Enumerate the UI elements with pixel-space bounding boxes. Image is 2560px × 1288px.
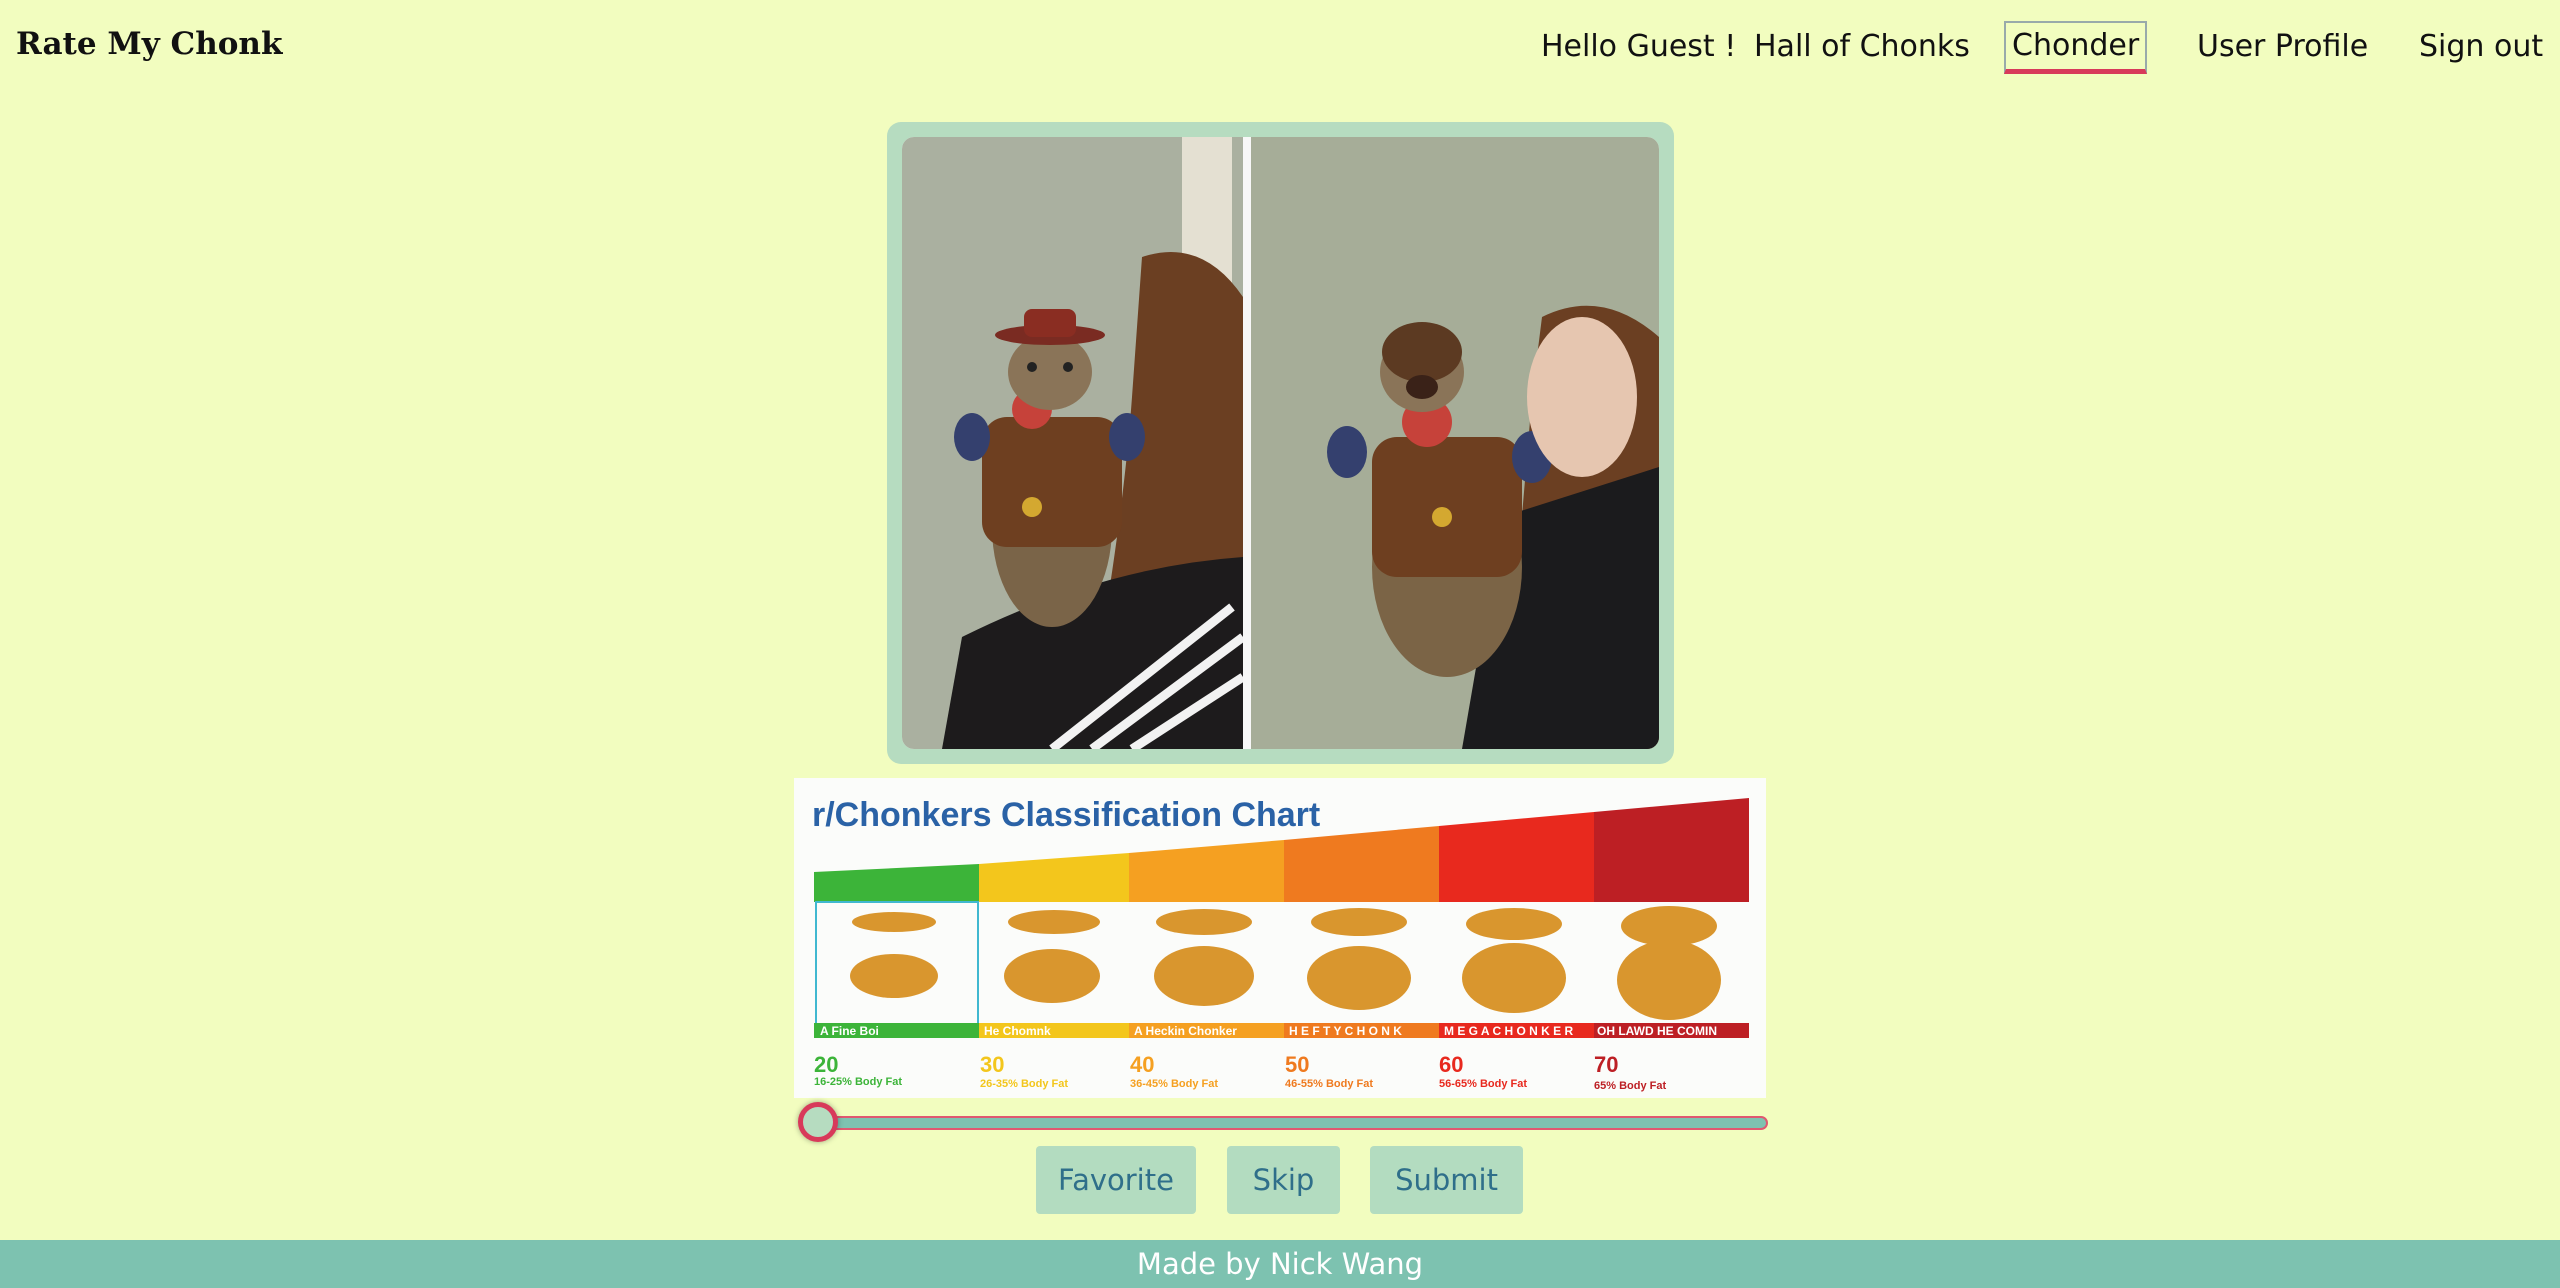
tier-body-fat: 65% Body Fat [1594,1080,1667,1092]
tier-score: 60 [1439,1052,1464,1077]
tier-score: 20 [814,1052,839,1077]
tier-name: A Heckin Chonker [1134,1024,1237,1038]
chart-graphic [814,798,1749,1037]
tier-score: 30 [980,1052,1005,1077]
cat-photo-image [902,137,1659,749]
tier-body-fat: 16-25% Body Fat [814,1076,903,1088]
nav-user-profile[interactable]: User Profile [2197,22,2368,72]
favorite-button[interactable]: Favorite [1036,1146,1196,1214]
submit-button[interactable]: Submit [1370,1146,1523,1214]
slider-thumb[interactable] [798,1102,838,1142]
tier-score: 70 [1594,1052,1619,1077]
cat-photo [902,137,1659,749]
tier-name: OH LAWD HE COMIN [1597,1024,1717,1038]
cat-photo-card [887,122,1674,764]
tier-body-fat: 36-45% Body Fat [1130,1078,1219,1090]
tier-name: He Chomnk [984,1024,1051,1038]
tier-name: A Fine Boi [820,1024,879,1038]
footer: Made by Nick Wang [0,1240,2560,1288]
tier-score: 40 [1130,1052,1155,1077]
skip-button[interactable]: Skip [1227,1146,1340,1214]
tier-score: 50 [1285,1052,1310,1077]
nav-hall-of-chonks[interactable]: Hall of Chonks [1754,22,1970,72]
main-nav: Hello Guest ! Hall of Chonks Chonder Use… [0,21,2560,74]
tier-body-fat: 56-65% Body Fat [1439,1078,1528,1090]
chonk-classification-chart: r/Chonkers Classification Chart A Fine B… [794,778,1766,1098]
tier-name: H E F T Y C H O N K [1289,1024,1402,1038]
nav-chonder[interactable]: Chonder [2004,21,2148,74]
greeting-text: Hello Guest ! [1541,29,1737,64]
tier-body-fat: 26-35% Body Fat [980,1078,1069,1090]
footer-credit: Made by Nick Wang [1136,1247,1424,1281]
chonk-rating-slider[interactable] [800,1116,1768,1130]
tier-name: M E G A C H O N K E R [1444,1024,1574,1038]
nav-sign-out[interactable]: Sign out [2419,22,2543,72]
tier-body-fat: 46-55% Body Fat [1285,1078,1374,1090]
